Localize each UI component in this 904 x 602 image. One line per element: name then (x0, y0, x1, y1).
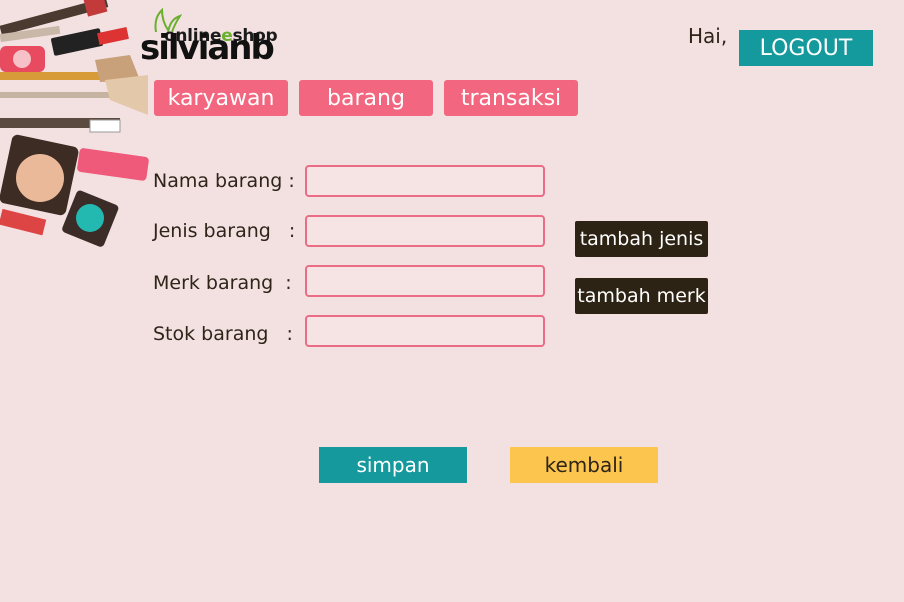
makeup-decoration-image (0, 0, 150, 250)
greeting-text: Hai, (688, 24, 728, 48)
logo-title: silvianb (140, 28, 275, 68)
jenis-barang-label: Jenis barang : (153, 220, 296, 242)
merk-barang-label: Merk barang : (153, 272, 292, 294)
kembali-button[interactable]: kembali (510, 447, 658, 483)
tambah-merk-button[interactable]: tambah merk (575, 278, 708, 314)
nama-barang-label: Nama barang : (153, 170, 295, 192)
merk-barang-input[interactable] (305, 265, 545, 297)
logout-button[interactable]: LOGOUT (739, 30, 873, 66)
jenis-barang-input[interactable] (305, 215, 545, 247)
tab-barang[interactable]: barang (299, 80, 433, 116)
tambah-jenis-button[interactable]: tambah jenis (575, 221, 708, 257)
tab-transaksi[interactable]: transaksi (444, 80, 578, 116)
stok-barang-input[interactable] (305, 315, 545, 347)
nama-barang-input[interactable] (305, 165, 545, 197)
stok-barang-label: Stok barang : (153, 323, 293, 345)
logo: onlineeshop silvianb (138, 6, 283, 68)
simpan-button[interactable]: simpan (319, 447, 467, 483)
tab-karyawan[interactable]: karyawan (154, 80, 288, 116)
